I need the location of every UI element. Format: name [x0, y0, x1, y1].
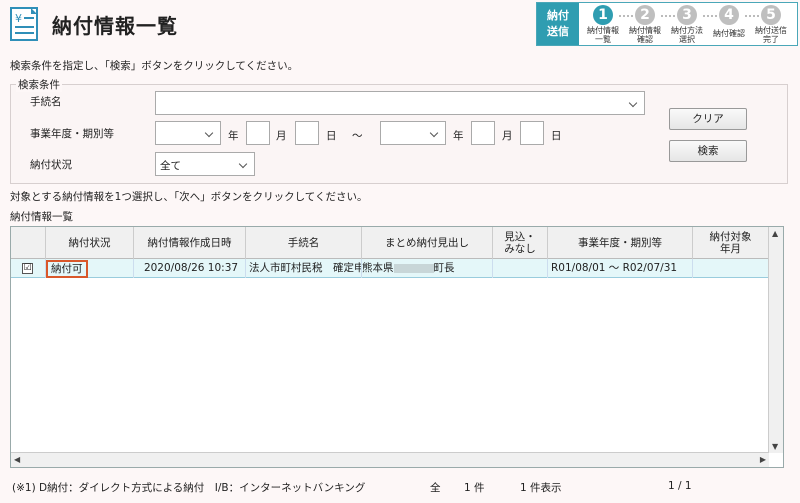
period-to-era-select[interactable] — [380, 121, 446, 145]
footer-shown: 1 件表示 — [520, 482, 562, 494]
period-label: 事業年度・期別等 — [30, 128, 114, 140]
vertical-scrollbar[interactable]: ▲ ▼ — [768, 227, 783, 453]
table-row[interactable]: ☑ 納付可 2020/08/26 10:37 法人市町村民税 確定申 熊本県 町長… — [11, 259, 769, 278]
row-status: 納付可 — [46, 260, 88, 278]
col-status[interactable]: 納付状況 — [46, 227, 134, 259]
step-2: 2 納付情報 確認 — [629, 5, 661, 44]
search-legend: 検索条件 — [16, 77, 62, 92]
col-target[interactable]: 納付対象 年月 — [693, 227, 769, 259]
step-5: 5 納付送信 完了 — [755, 5, 787, 44]
step-4: 4 納付確認 — [713, 5, 745, 38]
clear-button[interactable]: クリア — [669, 108, 747, 130]
period-to-month-input[interactable] — [471, 121, 495, 145]
scroll-down-icon[interactable]: ▼ — [772, 442, 778, 451]
list-title: 納付情報一覧 — [10, 211, 73, 223]
period-to-day-input[interactable] — [520, 121, 544, 145]
row-estimate — [493, 259, 548, 278]
procedure-label: 手続名 — [30, 96, 62, 108]
footer-page: 1 / 1 — [668, 480, 692, 492]
payment-table: 納付状況 納付情報作成日時 手続名 まとめ納付見出し 見込・ みなし 事業年度・… — [10, 226, 784, 468]
page-title: 納付情報一覧 — [52, 14, 178, 38]
col-heading[interactable]: まとめ納付見出し — [362, 227, 493, 259]
step-1: 1 納付情報 一覧 — [587, 5, 619, 44]
period-from-day-input[interactable] — [295, 121, 319, 145]
row-procedure: 法人市町村民税 確定申 — [246, 259, 362, 278]
status-select[interactable]: 全て — [155, 152, 255, 176]
table-header: 納付状況 納付情報作成日時 手続名 まとめ納付見出し 見込・ みなし 事業年度・… — [11, 227, 769, 259]
horizontal-scrollbar[interactable]: ◀ ▶ — [11, 452, 769, 467]
period-from-month-input[interactable] — [246, 121, 270, 145]
footer-total-count: 1 件 — [464, 482, 485, 494]
row-target — [693, 259, 769, 278]
redacted-region — [393, 263, 434, 273]
scroll-right-icon[interactable]: ▶ — [760, 455, 766, 464]
row-heading: 熊本県 町長 — [362, 259, 493, 278]
procedure-select[interactable] — [155, 91, 645, 115]
col-created[interactable]: 納付情報作成日時 — [134, 227, 246, 259]
select-instruction: 対象とする納付情報を1つ選択し、「次へ」ボタンをクリックしてください。 — [10, 191, 368, 203]
scroll-up-icon[interactable]: ▲ — [772, 229, 778, 238]
step-3: 3 納付方法 選択 — [671, 5, 703, 44]
scroll-left-icon[interactable]: ◀ — [14, 455, 20, 464]
row-period: R01/08/01 ～ R02/07/31 — [548, 259, 693, 278]
col-procedure[interactable]: 手続名 — [246, 227, 362, 259]
search-instruction: 検索条件を指定し、「検索」ボタンをクリックしてください。 — [10, 60, 299, 72]
row-checkbox[interactable]: ☑ — [22, 263, 33, 274]
document-yen-icon: ¥ — [10, 7, 38, 41]
svg-text:¥: ¥ — [15, 12, 22, 25]
search-button[interactable]: 検索 — [669, 140, 747, 162]
col-estimate[interactable]: 見込・ みなし — [493, 227, 548, 259]
step-current-block: 納付 送信 — [537, 3, 579, 45]
status-label: 納付状況 — [30, 159, 72, 171]
row-created: 2020/08/26 10:37 — [134, 259, 246, 278]
footer-total-label: 全 — [430, 482, 441, 494]
footer-legend: (※1) D納付：ダイレクト方式による納付 I/B：インターネットバンキング — [12, 482, 366, 494]
period-from-era-select[interactable] — [155, 121, 221, 145]
col-period[interactable]: 事業年度・期別等 — [548, 227, 693, 259]
step-indicator: 納付 送信 1 納付情報 一覧 2 納付情報 確認 3 納付方法 選択 4 納付確認 … — [536, 2, 798, 46]
